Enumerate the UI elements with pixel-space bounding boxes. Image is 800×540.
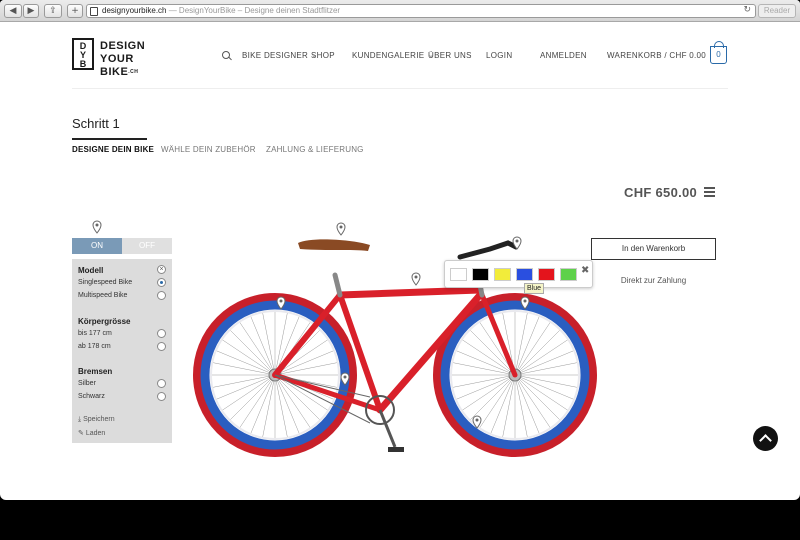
reload-icon[interactable]: ↻	[743, 5, 751, 15]
color-swatch-red[interactable]	[538, 268, 555, 281]
color-palette: ✖	[444, 260, 593, 288]
location-pin-icon[interactable]	[411, 272, 421, 286]
color-tooltip: Blue	[524, 283, 544, 294]
forward-button[interactable]: ▶	[23, 4, 39, 18]
nav-login[interactable]: LOGIN	[486, 51, 512, 60]
radio-singlespeed[interactable]	[157, 278, 166, 287]
scroll-to-top-button[interactable]	[753, 426, 778, 451]
location-pin-icon[interactable]	[520, 296, 530, 310]
back-button[interactable]: ◀	[4, 4, 22, 18]
color-swatch-white[interactable]	[450, 268, 467, 281]
nav-anmelden[interactable]: ANMELDEN	[540, 51, 587, 60]
favicon-icon	[90, 7, 98, 16]
chevron-down-icon: ⌄	[311, 52, 318, 59]
wrench-icon: ✎	[78, 430, 84, 437]
option-silber[interactable]: Silber	[78, 380, 96, 387]
option-ab-178[interactable]: ab 178 cm	[78, 343, 111, 350]
handlebar[interactable]	[457, 240, 519, 260]
share-button[interactable]: ⇪	[44, 4, 62, 18]
location-pin-icon[interactable]	[512, 236, 522, 250]
nav-warenkorb[interactable]: WARENKORB / CHF 0.00	[607, 51, 706, 60]
options-panel: Modell × Singlespeed Bike Multispeed Bik…	[72, 259, 172, 443]
close-icon[interactable]: ✖	[581, 265, 589, 276]
option-schwarz[interactable]: Schwarz	[78, 393, 105, 400]
tab-zahlung[interactable]: ZAHLUNG & LIEFERUNG	[266, 145, 364, 154]
option-multispeed[interactable]: Multispeed Bike	[78, 292, 127, 299]
color-swatch-yellow[interactable]	[494, 268, 511, 281]
location-pin-icon[interactable]	[276, 296, 286, 310]
header-divider	[72, 88, 728, 89]
tab-zubehoer[interactable]: WÄHLE DEIN ZUBEHÖR	[161, 145, 256, 154]
hamburger-menu-icon[interactable]	[704, 187, 715, 197]
toggle-on[interactable]: ON	[72, 238, 122, 254]
download-icon: ⤓	[78, 416, 82, 423]
chevron-down-icon: ⌄	[428, 52, 435, 59]
reader-button[interactable]: Reader	[758, 4, 796, 18]
bremsen-heading: Bremsen	[78, 367, 113, 376]
logo-mark: DYB	[72, 38, 94, 70]
search-icon[interactable]	[222, 51, 230, 59]
modell-reset-radio[interactable]: ×	[157, 265, 166, 274]
nav-bike-designer[interactable]: BIKE DESIGNER	[242, 51, 308, 60]
step-title: Schritt 1	[72, 116, 120, 131]
tab-designe-dein-bike[interactable]: DESIGNE DEIN BIKE	[72, 145, 154, 154]
logo-text: DESIGN YOUR BIKE.CH	[100, 40, 146, 78]
nav-kundengalerie[interactable]: KUNDENGALERIE	[352, 51, 424, 60]
modell-heading: Modell	[78, 266, 104, 275]
step-underline	[72, 138, 147, 140]
cart-icon[interactable]: 0	[710, 41, 727, 64]
direct-pay-link[interactable]: Direkt zur Zahlung	[591, 276, 716, 285]
add-to-cart-button[interactable]: In den Warenkorb	[591, 238, 716, 260]
new-tab-button[interactable]: +	[67, 4, 83, 18]
location-pin-icon[interactable]	[472, 415, 482, 429]
location-pin-icon[interactable]	[340, 372, 350, 386]
save-link[interactable]: ⤓ Speichern	[78, 416, 115, 424]
option-bis-177[interactable]: bis 177 cm	[78, 330, 112, 337]
address-bar[interactable]: designyourbike.ch — DesignYourBike – Des…	[86, 4, 756, 18]
price: CHF 650.00	[624, 185, 698, 200]
location-pin-icon	[92, 220, 102, 234]
site-logo[interactable]: DYB DESIGN YOUR BIKE.CH	[72, 38, 167, 78]
load-link[interactable]: ✎ Laden	[78, 429, 105, 437]
browser-toolbar: ◀ ▶ ⇪ + designyourbike.ch — DesignYourBi…	[0, 0, 800, 22]
radio-ab-178[interactable]	[157, 342, 166, 351]
location-pin-icon[interactable]	[336, 222, 346, 236]
radio-multispeed[interactable]	[157, 291, 166, 300]
radio-bis-177[interactable]	[157, 329, 166, 338]
options-toggle[interactable]: ON OFF	[72, 238, 172, 254]
groesse-heading: Körpergrösse	[78, 317, 131, 326]
saddle[interactable]	[298, 239, 370, 251]
toggle-off[interactable]: OFF	[122, 238, 172, 254]
browser-window: ◀ ▶ ⇪ + designyourbike.ch — DesignYourBi…	[0, 0, 800, 500]
radio-silber[interactable]	[157, 379, 166, 388]
option-singlespeed[interactable]: Singlespeed Bike	[78, 279, 132, 286]
url-text: designyourbike.ch — DesignYourBike – Des…	[102, 6, 341, 15]
radio-schwarz[interactable]	[157, 392, 166, 401]
color-swatch-black[interactable]	[472, 268, 489, 281]
color-swatch-green[interactable]	[560, 268, 577, 281]
color-swatch-blue[interactable]	[516, 268, 533, 281]
